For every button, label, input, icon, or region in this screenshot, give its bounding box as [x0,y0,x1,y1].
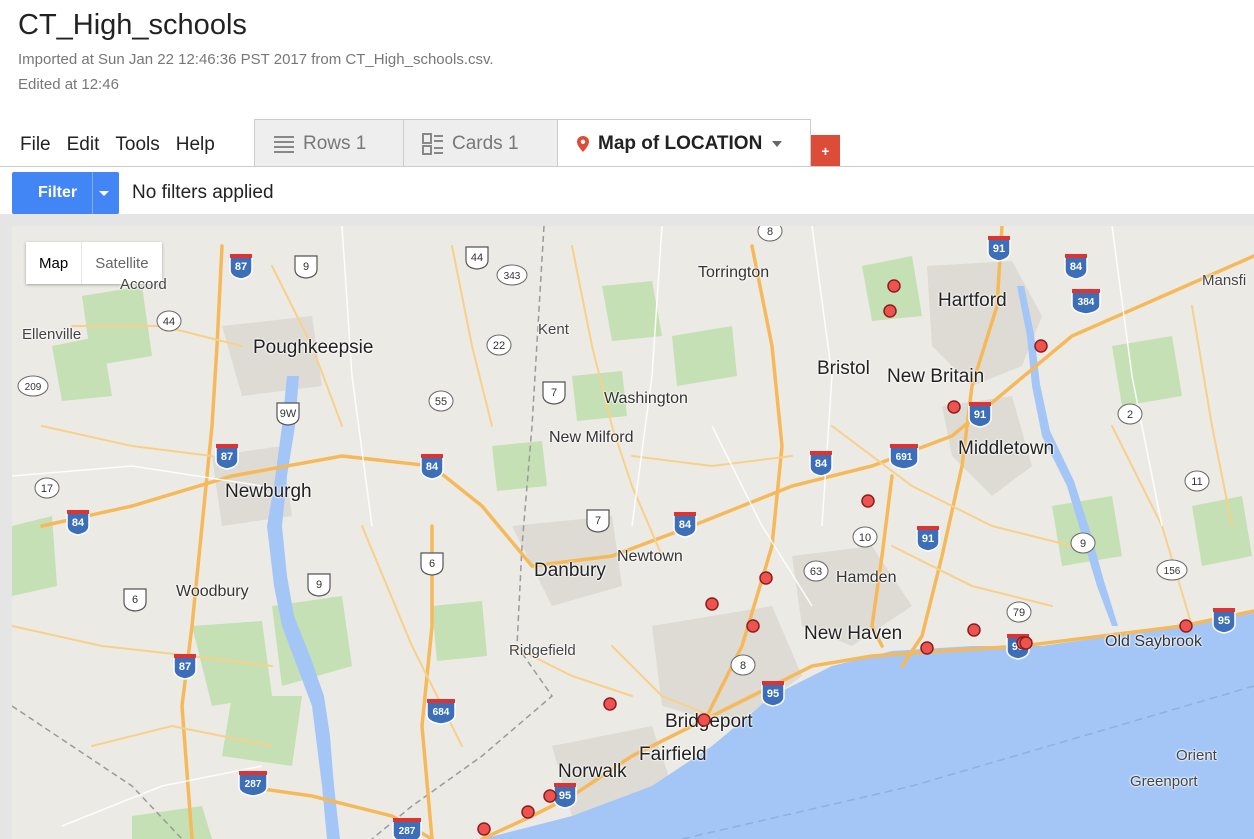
import-info: Imported at Sun Jan 22 12:46:36 PST 2017… [18,51,494,68]
map-pin-icon [576,135,590,153]
map-top-border [0,214,1254,226]
chevron-down-icon[interactable] [772,140,783,147]
filter-button-label: Filter [38,184,78,201]
map-marker[interactable] [477,822,491,836]
menu-bar: File Edit Tools Help [20,134,231,156]
filter-status: No filters applied [132,182,274,203]
map-marker[interactable] [521,805,535,819]
filter-split-divider [92,172,93,214]
map-marker[interactable] [705,597,719,611]
marker-layer [477,279,1193,836]
filter-button[interactable]: Filter [12,172,119,214]
map-marker[interactable] [861,494,875,508]
map-marker[interactable] [883,304,897,318]
menu-help[interactable]: Help [176,134,215,156]
map-marker[interactable] [967,623,981,637]
tab-map[interactable]: Map of LOCATION [558,119,811,167]
map-marker[interactable] [920,641,934,655]
map-marker[interactable] [759,571,773,585]
chevron-down-icon[interactable] [99,191,109,196]
edit-info: Edited at 12:46 [18,76,119,93]
map-left-border [0,226,12,839]
map-marker[interactable] [1019,636,1033,650]
tab-cards[interactable]: Cards 1 [404,119,558,167]
menu-file[interactable]: File [20,134,51,156]
view-tabs: Rows 1 Cards 1 Map of LOCATION [254,119,811,167]
rows-icon [273,134,295,154]
map-canvas[interactable]: Map Satellite Torrington Hartford Mansfi… [12,226,1254,839]
map-marker[interactable] [543,789,557,803]
tab-divider [0,166,1254,167]
cards-icon [422,132,444,155]
map-marker[interactable] [1179,619,1193,633]
menu-tools[interactable]: Tools [115,134,159,156]
map-marker[interactable] [603,697,617,711]
map-marker[interactable] [697,713,711,727]
map-marker[interactable] [947,400,961,414]
map-marker[interactable] [1034,339,1048,353]
tab-rows-label: Rows 1 [303,132,367,154]
map-marker[interactable] [746,619,760,633]
map-marker[interactable] [887,279,901,293]
tab-cards-label: Cards 1 [452,132,519,154]
tab-rows[interactable]: Rows 1 [254,119,404,167]
add-tab-button[interactable]: + [811,135,840,166]
tab-map-label: Map of LOCATION [598,132,763,154]
menu-edit[interactable]: Edit [67,134,100,156]
document-title: CT_High_schools [18,9,247,41]
